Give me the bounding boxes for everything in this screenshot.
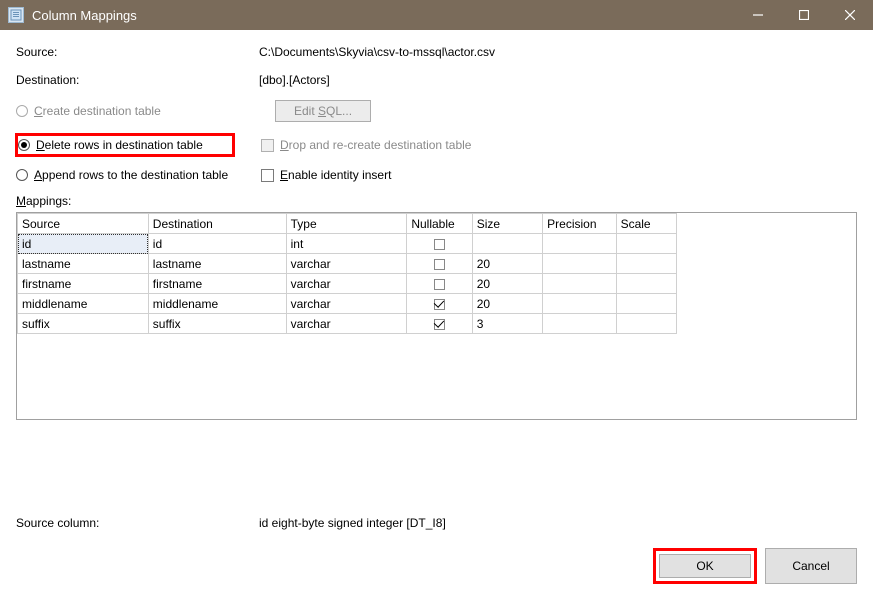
cell-scale[interactable] [616, 314, 676, 334]
checkbox-icon [261, 169, 274, 182]
cancel-button[interactable]: Cancel [765, 548, 857, 584]
cell-type[interactable]: varchar [286, 314, 407, 334]
cell-source[interactable]: suffix [18, 314, 149, 334]
header-destination[interactable]: Destination [148, 214, 286, 234]
titlebar: Column Mappings [0, 0, 873, 30]
header-source[interactable]: Source [18, 214, 149, 234]
minimize-button[interactable] [735, 0, 781, 30]
delete-rows-label: Delete rows in destination table [36, 138, 203, 152]
cell-size[interactable]: 20 [472, 294, 542, 314]
window-title: Column Mappings [32, 8, 137, 23]
cell-destination[interactable]: firstname [148, 274, 286, 294]
radio-icon [16, 169, 28, 181]
client-area: Source: C:\Documents\Skyvia\csv-to-mssql… [0, 30, 873, 594]
cell-destination[interactable]: middlename [148, 294, 286, 314]
radio-icon [16, 105, 28, 117]
cell-precision[interactable] [543, 234, 616, 254]
table-row[interactable]: ididint [18, 234, 677, 254]
destination-label: Destination: [16, 72, 259, 88]
header-scale[interactable]: Scale [616, 214, 676, 234]
source-column-value: id eight-byte signed integer [DT_I8] [259, 516, 446, 530]
source-label: Source: [16, 44, 259, 60]
cell-size[interactable]: 20 [472, 254, 542, 274]
table-row[interactable]: firstnamefirstnamevarchar20 [18, 274, 677, 294]
create-destination-table-radio: Create destination table [16, 104, 261, 118]
drop-recreate-label: Drop and re-create destination table [280, 138, 471, 152]
cell-scale[interactable] [616, 254, 676, 274]
cell-type[interactable]: varchar [286, 294, 407, 314]
header-type[interactable]: Type [286, 214, 407, 234]
append-rows-label: Append rows to the destination table [34, 168, 228, 182]
cell-size[interactable]: 20 [472, 274, 542, 294]
delete-rows-radio[interactable]: Delete rows in destination table [16, 134, 234, 156]
cell-nullable[interactable] [407, 314, 472, 334]
table-row[interactable]: suffixsuffixvarchar3 [18, 314, 677, 334]
cell-source[interactable]: id [18, 234, 149, 254]
cell-nullable[interactable] [407, 294, 472, 314]
source-column-label: Source column: [16, 516, 259, 530]
enable-identity-label: Enable identity insert [280, 168, 391, 182]
cell-type[interactable]: varchar [286, 254, 407, 274]
edit-sql-button: Edit SQL... [275, 100, 371, 122]
checkbox-icon [434, 319, 445, 330]
cell-nullable[interactable] [407, 274, 472, 294]
table-row[interactable]: middlenamemiddlenamevarchar20 [18, 294, 677, 314]
cell-source[interactable]: middlename [18, 294, 149, 314]
header-size[interactable]: Size [472, 214, 542, 234]
create-destination-table-label: Create destination table [34, 104, 161, 118]
cell-scale[interactable] [616, 234, 676, 254]
cell-source[interactable]: firstname [18, 274, 149, 294]
cell-scale[interactable] [616, 294, 676, 314]
cell-nullable[interactable] [407, 234, 472, 254]
cell-precision[interactable] [543, 254, 616, 274]
checkbox-icon [261, 139, 274, 152]
mappings-table[interactable]: Source Destination Type Nullable Size Pr… [16, 212, 857, 420]
cell-nullable[interactable] [407, 254, 472, 274]
table-header-row: Source Destination Type Nullable Size Pr… [18, 214, 677, 234]
cell-scale[interactable] [616, 274, 676, 294]
cell-precision[interactable] [543, 314, 616, 334]
checkbox-icon [434, 279, 445, 290]
header-nullable[interactable]: Nullable [407, 214, 472, 234]
checkbox-icon [434, 259, 445, 270]
checkbox-icon [434, 299, 445, 310]
destination-value: [dbo].[Actors] [259, 72, 330, 88]
close-button[interactable] [827, 0, 873, 30]
cell-type[interactable]: varchar [286, 274, 407, 294]
checkbox-icon [434, 239, 445, 250]
cell-destination[interactable]: suffix [148, 314, 286, 334]
drop-recreate-checkbox: Drop and re-create destination table [261, 138, 471, 152]
source-value: C:\Documents\Skyvia\csv-to-mssql\actor.c… [259, 44, 495, 60]
cell-precision[interactable] [543, 294, 616, 314]
radio-icon [18, 139, 30, 151]
mappings-label: Mappings: [16, 194, 857, 208]
cell-precision[interactable] [543, 274, 616, 294]
enable-identity-insert-checkbox[interactable]: Enable identity insert [261, 168, 391, 182]
cell-type[interactable]: int [286, 234, 407, 254]
ok-highlight: OK [653, 548, 757, 584]
cell-source[interactable]: lastname [18, 254, 149, 274]
header-precision[interactable]: Precision [543, 214, 616, 234]
cell-size[interactable] [472, 234, 542, 254]
ok-button[interactable]: OK [659, 554, 751, 578]
append-rows-radio[interactable]: Append rows to the destination table [16, 168, 261, 182]
app-icon [8, 7, 24, 23]
cell-destination[interactable]: id [148, 234, 286, 254]
table-row[interactable]: lastnamelastnamevarchar20 [18, 254, 677, 274]
cell-size[interactable]: 3 [472, 314, 542, 334]
maximize-button[interactable] [781, 0, 827, 30]
cell-destination[interactable]: lastname [148, 254, 286, 274]
